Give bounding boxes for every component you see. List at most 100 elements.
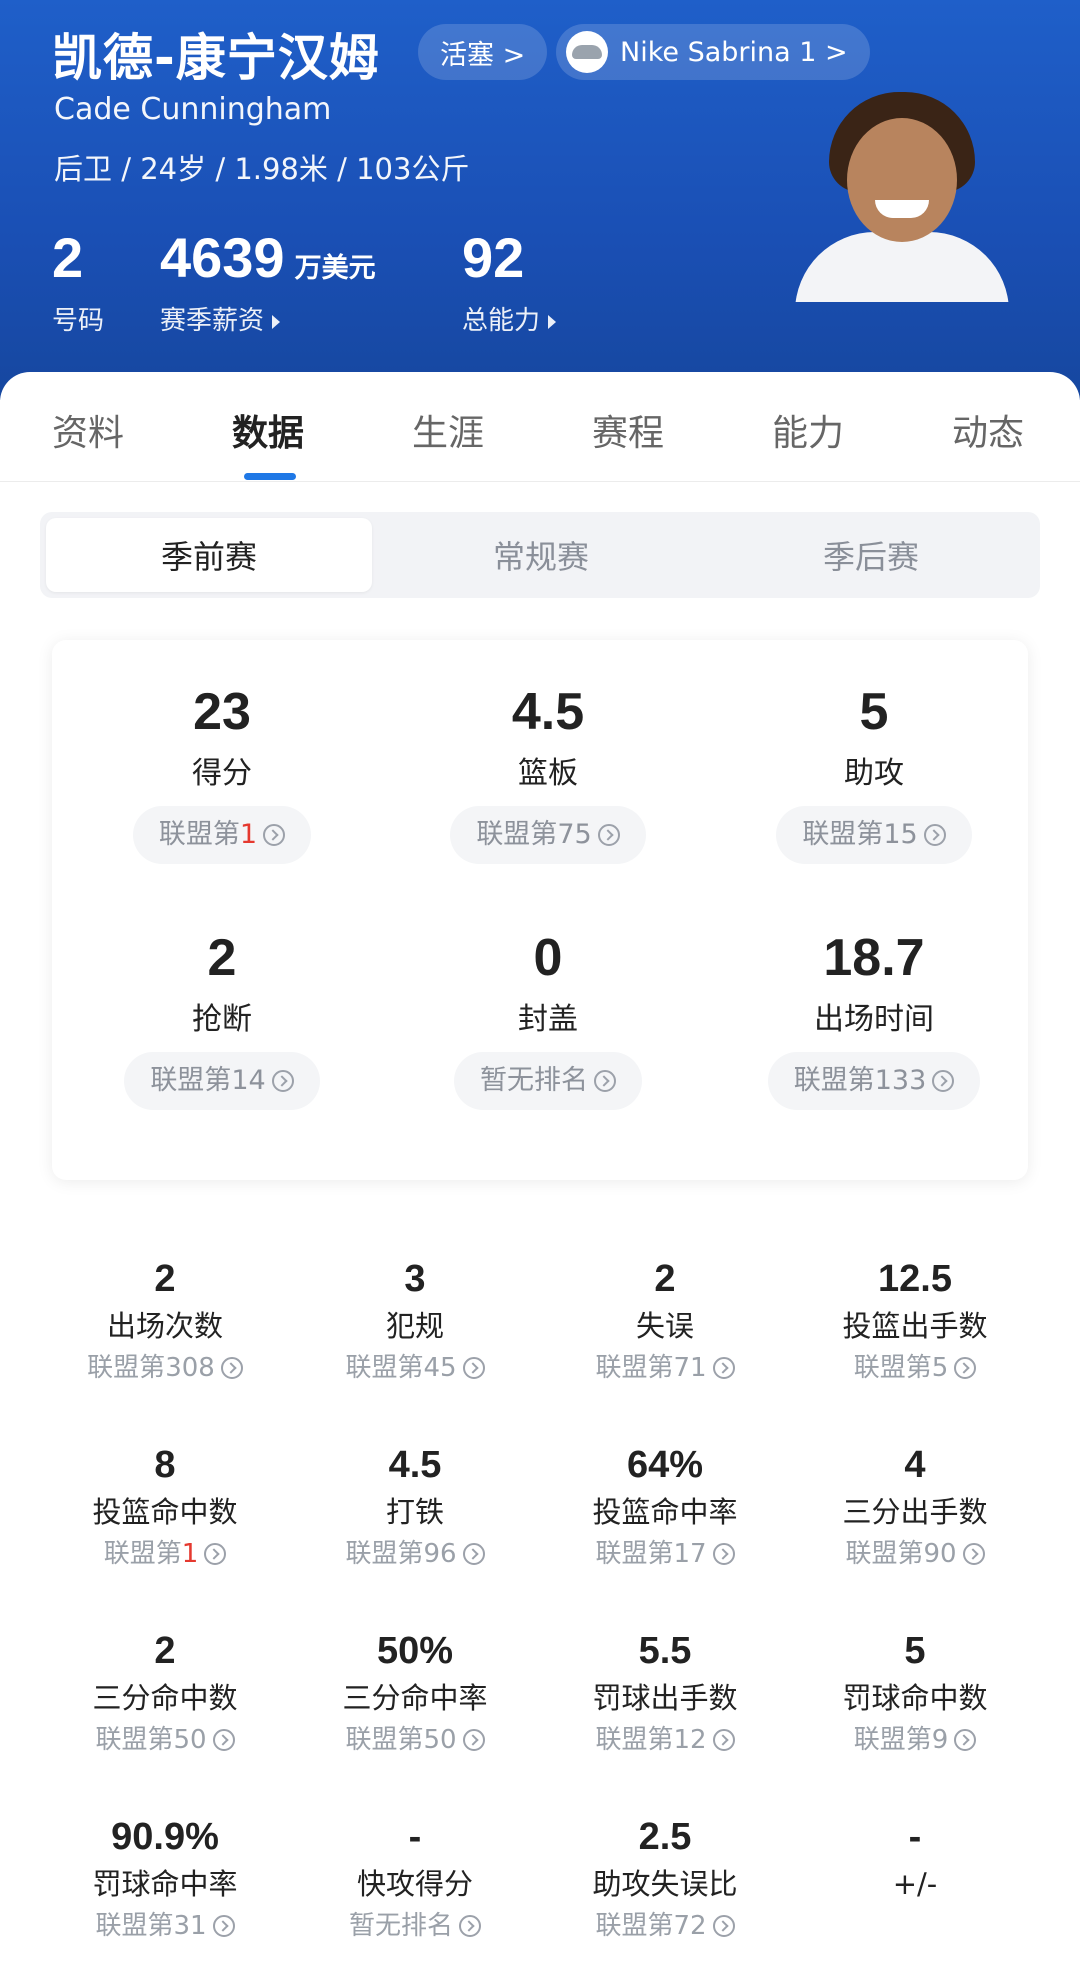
rank-prefix: 联盟第 [345, 1353, 424, 1383]
league-rank-badge[interactable]: 联盟第96 [345, 1539, 485, 1569]
rank-row: 联盟第50 [40, 1722, 290, 1758]
league-rank-badge[interactable]: 联盟第71 [595, 1353, 735, 1383]
chevron-circle-icon [204, 1543, 227, 1565]
chevron-circle-icon [712, 1357, 735, 1379]
player-avatar [795, 92, 1009, 302]
stat-label: 打铁 [385, 1495, 444, 1529]
league-rank-badge[interactable]: 联盟第308 [87, 1353, 243, 1383]
player-header: 凯德-康宁汉姆 活塞 > Nike Sabrina 1 > Cade Cunni… [0, 0, 1080, 400]
rank-number: 31 [173, 1911, 207, 1941]
caret-right-icon [272, 314, 281, 329]
stat-label: 助攻失误比 [592, 1867, 738, 1901]
jersey-number: 2 [52, 226, 84, 289]
tab-news[interactable]: 动态 [952, 404, 1024, 456]
rank-number: 308 [165, 1353, 215, 1383]
season-type-preseason[interactable]: 季前赛 [46, 518, 372, 592]
chevron-circle-icon [932, 1070, 955, 1092]
league-rank-badge[interactable]: 联盟第5 [854, 1353, 977, 1383]
league-rank-badge[interactable]: 联盟第1 [132, 806, 312, 864]
main-stat-item: 18.7 出场时间 联盟第133 [714, 926, 1034, 1110]
season-type-playoffs[interactable]: 季后赛 [708, 518, 1034, 592]
chevron-circle-icon [271, 1070, 294, 1092]
detail-stat-item: 2.5 助攻失误比联盟第72 [540, 1814, 790, 1944]
salary-label-link[interactable]: 赛季薪资 [160, 300, 281, 337]
detail-stat-item: 90.9% 罚球命中率 联盟第31 [40, 1814, 290, 1944]
rank-row: 联盟第71 [540, 1350, 790, 1386]
chevron-circle-icon [962, 1543, 985, 1565]
main-stat-item: 4.5 篮板 联盟第75 [388, 680, 708, 864]
rank-row: 联盟第45 [290, 1350, 540, 1386]
stat-label: 犯规 [385, 1309, 444, 1343]
rank-number: 15 [883, 819, 918, 850]
rank-number: 133 [874, 1065, 927, 1096]
team-link-button[interactable]: 活塞 > [418, 24, 548, 80]
league-rank-badge[interactable]: 联盟第15 [776, 806, 972, 864]
stat-label: 罚球出手数 [592, 1681, 738, 1715]
stat-value: 4 [904, 1444, 926, 1486]
tab-career[interactable]: 生涯 [412, 404, 484, 456]
rank-prefix: 联盟第 [595, 1725, 674, 1755]
league-rank-badge[interactable]: 联盟第12 [595, 1725, 735, 1755]
detail-stat-item: 2 失误 联盟第71 [540, 1256, 790, 1386]
rating-label: 总能力 [462, 306, 541, 336]
stat-value: 5 [859, 683, 889, 741]
league-rank-badge[interactable]: 联盟第14 [124, 1052, 320, 1110]
rank-row: 联盟第1 [40, 1536, 290, 1572]
rank-prefix: 联盟第 [853, 1353, 932, 1383]
league-rank-badge[interactable]: 联盟第1 [104, 1539, 227, 1569]
active-tab-indicator [244, 473, 296, 480]
league-rank-badge[interactable]: 联盟第50 [95, 1725, 235, 1755]
detail-stat-item: - +/- [790, 1814, 1040, 1908]
chevron-circle-icon [954, 1357, 977, 1379]
league-rank-badge[interactable]: 联盟第50 [345, 1725, 485, 1755]
stat-label: 出场时间 [814, 1002, 934, 1037]
league-rank-badge[interactable]: 联盟第75 [450, 806, 646, 864]
shoe-icon [566, 31, 608, 73]
chevron-circle-icon [212, 1915, 235, 1937]
league-rank-badge[interactable]: 联盟第90 [845, 1539, 985, 1569]
tab-stats[interactable]: 数据 [232, 404, 304, 456]
league-rank-badge[interactable]: 暂无排名 [454, 1052, 642, 1110]
rank-number: 1 [181, 1539, 199, 1569]
stat-label: 助攻 [844, 756, 904, 791]
league-rank-badge[interactable]: 暂无排名 [349, 1911, 481, 1941]
tab-schedule[interactable]: 赛程 [592, 404, 664, 456]
league-rank-badge[interactable]: 联盟第72 [595, 1911, 735, 1941]
chevron-circle-icon [462, 1543, 485, 1565]
rank-number: 50 [173, 1725, 207, 1755]
chevron-circle-icon [712, 1729, 735, 1751]
rank-row: 联盟第50 [290, 1722, 540, 1758]
league-rank-badge[interactable]: 联盟第9 [854, 1725, 977, 1755]
overall-rating[interactable]: 92 [462, 225, 524, 290]
stat-value: 8 [154, 1444, 176, 1486]
rank-prefix: 暂无排名 [348, 1911, 453, 1941]
stat-label: 三分命中数 [92, 1681, 238, 1715]
rank-prefix: 联盟第 [150, 1065, 232, 1096]
rank-prefix: 联盟第 [158, 819, 240, 850]
chevron-circle-icon [263, 824, 286, 846]
stat-value: 5.5 [638, 1630, 692, 1672]
league-rank-badge[interactable]: 联盟第17 [595, 1539, 735, 1569]
tab-ability[interactable]: 能力 [772, 404, 844, 456]
rank-prefix: 联盟第 [103, 1539, 182, 1569]
league-rank-badge[interactable]: 联盟第45 [345, 1353, 485, 1383]
rank-row: 联盟第31 [40, 1908, 290, 1944]
detail-stat-item: - 快攻得分 暂无排名 [290, 1814, 540, 1944]
season-type-regular[interactable]: 常规赛 [378, 518, 704, 592]
chevron-circle-icon [712, 1543, 735, 1565]
stat-value: 23 [193, 683, 251, 741]
rating-label-link[interactable]: 总能力 [462, 300, 557, 337]
rank-number: 75 [557, 819, 592, 850]
salary-value[interactable]: 4639 万美元 [160, 225, 376, 290]
rank-prefix: 联盟第 [95, 1911, 174, 1941]
player-bio: 后卫 / 24岁 / 1.98米 / 103公斤 [54, 152, 470, 186]
shoe-link-button[interactable]: Nike Sabrina 1 > [556, 24, 870, 80]
rank-prefix: 联盟第 [95, 1725, 174, 1755]
stat-value: 2.5 [638, 1816, 692, 1858]
tab-profile[interactable]: 资料 [52, 404, 124, 456]
rank-number: 72 [673, 1911, 707, 1941]
league-rank-badge[interactable]: 联盟第31 [95, 1911, 235, 1941]
chevron-circle-icon [712, 1915, 735, 1937]
chevron-circle-icon [462, 1357, 485, 1379]
league-rank-badge[interactable]: 联盟第133 [767, 1052, 981, 1110]
